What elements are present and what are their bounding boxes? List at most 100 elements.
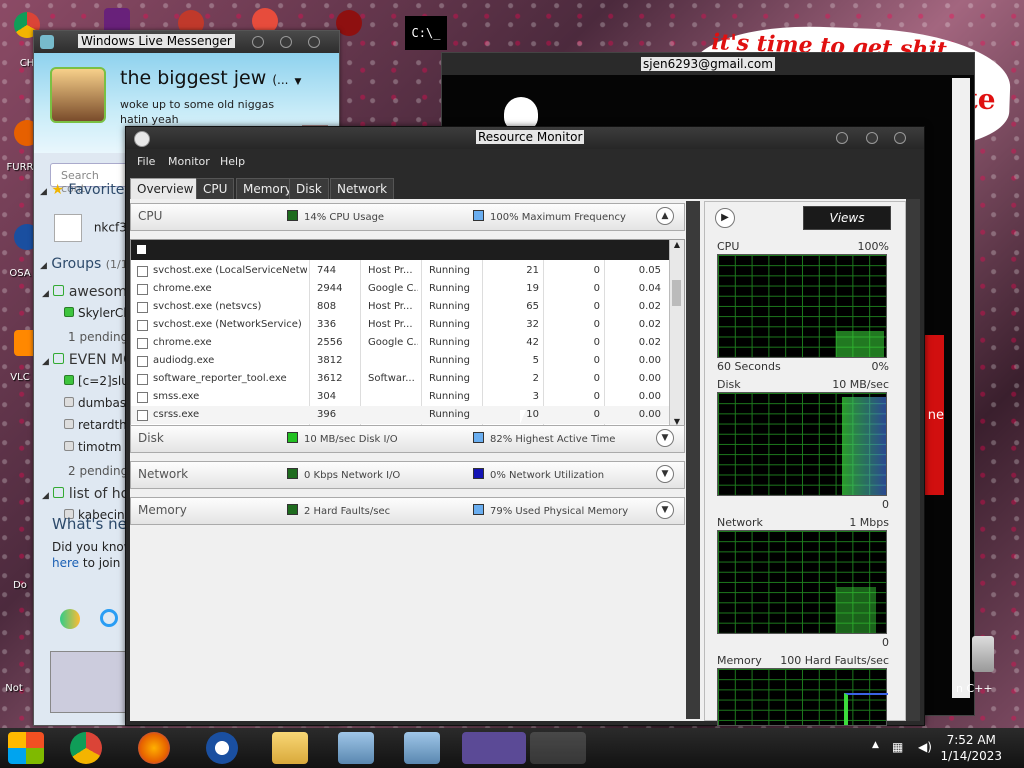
table-row[interactable]: smss.exe 304 Running 3 0 0.00 [131,388,669,406]
scroll-up-arrow[interactable]: ▲ [670,240,684,249]
installer-taskbar-icon-2[interactable] [404,732,440,764]
select-all-checkbox[interactable] [137,245,146,254]
resource-monitor-titlebar[interactable]: Resource Monitor [126,127,924,149]
groups-header[interactable]: ◢ Groups (1/1 [40,256,128,272]
table-row[interactable]: chrome.exe 2556 Google C... Running 42 0 0.02 [131,334,669,352]
network-section-header[interactable]: Network 0 Kbps Network I/O 0% Network Ut… [130,461,685,489]
table-row[interactable]: svchost.exe (netsvcs) 808 Host Pr... Runnin… [131,298,669,316]
process-name: svchost.exe (netsvcs) [153,301,262,312]
resource-monitor-taskbar-icon[interactable] [530,732,586,764]
show-hidden-icons[interactable]: ▲ [872,740,879,750]
cpu-section-header[interactable]: CPU 14% CPU Usage 100% Maximum Frequency… [130,203,685,231]
minimize-button[interactable] [252,36,264,48]
process-description: Host Pr... [368,265,413,276]
pending-requests[interactable]: 2 pending [68,464,128,478]
process-checkbox[interactable] [137,392,148,403]
chevron-down-icon[interactable]: ▼ [656,501,674,519]
contact-item[interactable]: retardth [64,418,127,432]
table-row[interactable]: audiodg.exe 3812 Running 5 0 0.00 [131,352,669,370]
cmd-desktop-icon[interactable]: C:\_ [405,16,447,50]
chevron-down-icon[interactable]: ▼ [656,465,674,483]
start-orb-icon[interactable] [8,732,44,764]
process-cpu: 0 [593,265,600,276]
display-name[interactable]: the biggest jew (... ▼ [120,67,301,89]
contact-item[interactable]: dumbass [64,396,132,410]
chevron-up-icon[interactable]: ▲ [656,207,674,225]
tab-disk[interactable]: Disk [289,178,329,200]
refresh-icon[interactable] [100,609,118,627]
favorites-header[interactable]: ◢ ★ Favorite [40,182,124,198]
messenger-titlebar[interactable]: Windows Live Messenger [34,31,339,53]
volume-icon[interactable]: ◀) [918,740,932,754]
collapse-icon[interactable]: ◢ [42,289,49,299]
group-header[interactable]: ◢ awesome [42,284,136,300]
group-header[interactable]: ◢ list of ho [42,486,129,502]
contact-item[interactable]: timotm [64,440,121,454]
table-row[interactable]: svchost.exe (NetworkService) 336 Host Pr..… [131,316,669,334]
disk-section-header[interactable]: Disk 10 MB/sec Disk I/O 82% Highest Acti… [130,425,685,453]
collapse-icon[interactable]: ◢ [42,491,49,501]
avatar[interactable] [50,67,106,123]
scroll-thumb[interactable] [672,280,681,306]
process-checkbox[interactable] [137,374,148,385]
memory-section-header[interactable]: Memory 2 Hard Faults/sec 79% Used Physic… [130,497,685,525]
contact-item[interactable]: [c=2]slur [64,374,134,388]
contact-item[interactable]: SkylerCl [64,306,127,320]
menu-monitor[interactable]: Monitor [168,155,210,168]
clock[interactable]: 7:52 AM 1/14/2023 [940,732,1002,764]
network-icon[interactable]: ▦ [892,740,903,754]
resource-monitor-window[interactable]: Resource Monitor File Monitor Help Overv… [125,126,925,726]
clock-time: 7:52 AM [946,733,996,747]
menu-help[interactable]: Help [220,155,245,168]
msn-thumbnail[interactable] [50,651,128,713]
msn-butterfly-icon[interactable] [60,609,80,629]
table-row[interactable]: csrss.exe 396 Running 10 0 0.00 [131,406,669,424]
process-checkbox[interactable] [137,356,148,367]
table-row[interactable]: svchost.exe (LocalServiceNetw... 744 Host … [131,262,669,280]
file-explorer-icon[interactable] [272,732,308,764]
close-button[interactable] [894,132,906,144]
status-message[interactable]: woke up to some old niggas hatin yeah [120,97,290,127]
disk-io-swatch [287,432,298,443]
opera-taskbar-icon[interactable] [206,732,238,764]
installer-taskbar-icon[interactable] [338,732,374,764]
messenger-taskbar-icon[interactable] [462,732,526,764]
views-button[interactable]: Views [803,206,891,230]
collapse-icon[interactable]: ◢ [40,187,47,197]
background-window-titlebar[interactable]: sjen6293@gmail.com [442,53,974,75]
background-window-scrollbar[interactable] [952,78,970,698]
chevron-right-icon[interactable]: ▶ [715,208,735,228]
chrome-taskbar-icon[interactable] [70,732,102,764]
tab-overview[interactable]: Overview [130,178,201,200]
minimize-button[interactable] [836,132,848,144]
process-table-scrollbar[interactable]: ▲ ▼ [669,240,684,428]
graphs-scrollbar[interactable] [906,199,920,721]
collapse-icon[interactable]: ◢ [40,261,47,271]
group-header[interactable]: ◢ EVEN MC [42,352,133,368]
favorite-contact[interactable]: nkcf3 [54,214,127,242]
chevron-down-icon[interactable]: ▼ [656,429,674,447]
close-button[interactable] [308,36,320,48]
recycle-bin-icon[interactable] [972,636,994,672]
firefox-taskbar-icon[interactable] [138,732,170,764]
maximize-button[interactable] [866,132,878,144]
memory-graph-scale: 100 Hard Faults/sec [780,654,889,667]
process-checkbox[interactable] [137,302,148,313]
menu-file[interactable]: File [137,155,155,168]
process-checkbox[interactable] [137,338,148,349]
process-table-header[interactable] [131,240,669,260]
join-link[interactable]: here [52,556,79,570]
collapse-icon[interactable]: ◢ [42,357,49,367]
chevron-down-icon[interactable]: ▼ [295,77,302,87]
table-row[interactable]: chrome.exe 2944 Google C... Running 19 0 0.04 [131,280,669,298]
maximize-button[interactable] [280,36,292,48]
process-checkbox[interactable] [137,284,148,295]
pending-requests[interactable]: 1 pending [68,330,128,344]
process-checkbox[interactable] [137,266,148,277]
tab-network[interactable]: Network [330,178,395,200]
process-checkbox[interactable] [137,320,148,331]
process-checkbox[interactable] [137,410,148,421]
tab-cpu[interactable]: CPU [196,178,235,200]
table-row[interactable]: software_reporter_tool.exe 3612 Softwar...… [131,370,669,388]
left-pane-scrollbar[interactable] [686,201,700,719]
